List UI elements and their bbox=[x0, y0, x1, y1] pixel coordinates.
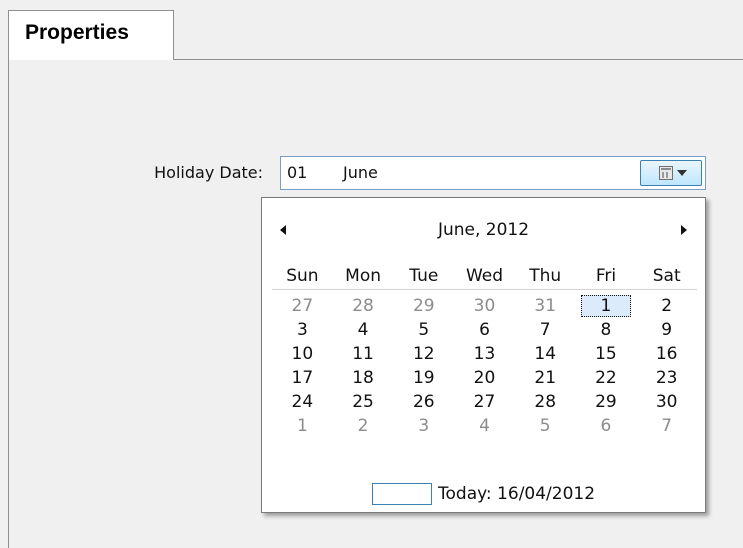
calendar-day[interactable]: 1 bbox=[272, 414, 333, 438]
calendar-day[interactable]: 23 bbox=[636, 366, 697, 390]
date-day-segment[interactable]: 01 bbox=[287, 163, 307, 183]
calendar-day[interactable]: 7 bbox=[636, 414, 697, 438]
calendar-day[interactable]: 16 bbox=[636, 342, 697, 366]
weekday-sun: Sun bbox=[286, 266, 319, 286]
calendar-day[interactable]: 7 bbox=[515, 318, 576, 342]
calendar-day[interactable]: 6 bbox=[454, 318, 515, 342]
calendar-day[interactable]: 28 bbox=[515, 390, 576, 414]
calendar-day[interactable]: 19 bbox=[393, 366, 454, 390]
calendar-day[interactable]: 4 bbox=[333, 318, 394, 342]
chevron-right-icon[interactable] bbox=[681, 225, 687, 235]
calendar-day[interactable]: 5 bbox=[515, 414, 576, 438]
calendar-icon bbox=[659, 166, 673, 180]
calendar-dropdown-button[interactable] bbox=[640, 160, 702, 186]
calendar-day[interactable]: 6 bbox=[576, 414, 637, 438]
chevron-down-icon bbox=[677, 170, 687, 176]
calendar-day[interactable]: 22 bbox=[576, 366, 637, 390]
calendar-day-selected[interactable]: 1 bbox=[576, 294, 637, 318]
window: Properties Holiday Date: 01 June June, 2… bbox=[0, 0, 743, 548]
calendar-popup: June, 2012 Sun Mon Tue Wed Thu Fri Sat 2… bbox=[261, 197, 706, 513]
date-month-segment[interactable]: June bbox=[343, 163, 378, 183]
calendar-day-grid: 27 28 29 30 31 1 2 3 4 5 6 7 8 9 10 11 1… bbox=[272, 294, 697, 438]
tab-properties[interactable]: Properties bbox=[8, 10, 174, 60]
calendar-day[interactable]: 30 bbox=[454, 294, 515, 318]
today-link[interactable]: Today: 16/04/2012 bbox=[438, 481, 595, 507]
calendar-day[interactable]: 4 bbox=[454, 414, 515, 438]
calendar-day[interactable]: 3 bbox=[393, 414, 454, 438]
calendar-day[interactable]: 8 bbox=[576, 318, 637, 342]
calendar-day[interactable]: 21 bbox=[515, 366, 576, 390]
calendar-day[interactable]: 17 bbox=[272, 366, 333, 390]
weekday-thu: Thu bbox=[529, 266, 562, 286]
weekday-fri: Fri bbox=[595, 266, 617, 286]
calendar-day[interactable]: 27 bbox=[272, 294, 333, 318]
calendar-day[interactable]: 25 bbox=[333, 390, 394, 414]
tab-strip: Properties bbox=[0, 0, 743, 60]
calendar-day[interactable]: 5 bbox=[393, 318, 454, 342]
holiday-date-label: Holiday Date: bbox=[154, 163, 263, 182]
calendar-day[interactable]: 24 bbox=[272, 390, 333, 414]
calendar-day[interactable]: 30 bbox=[636, 390, 697, 414]
calendar-day[interactable]: 3 bbox=[272, 318, 333, 342]
weekday-sat: Sat bbox=[652, 266, 681, 286]
calendar-day[interactable]: 14 bbox=[515, 342, 576, 366]
calendar-day[interactable]: 2 bbox=[333, 414, 394, 438]
calendar-day[interactable]: 20 bbox=[454, 366, 515, 390]
calendar-day[interactable]: 13 bbox=[454, 342, 515, 366]
calendar-day[interactable]: 27 bbox=[454, 390, 515, 414]
weekday-tue: Tue bbox=[409, 266, 439, 286]
calendar-day[interactable]: 18 bbox=[333, 366, 394, 390]
calendar-month-title[interactable]: June, 2012 bbox=[262, 218, 705, 242]
calendar-day[interactable]: 10 bbox=[272, 342, 333, 366]
calendar-day[interactable]: 9 bbox=[636, 318, 697, 342]
calendar-day[interactable]: 29 bbox=[393, 294, 454, 318]
calendar-day[interactable]: 31 bbox=[515, 294, 576, 318]
calendar-day[interactable]: 28 bbox=[333, 294, 394, 318]
calendar-day[interactable]: 2 bbox=[636, 294, 697, 318]
calendar-day[interactable]: 15 bbox=[576, 342, 637, 366]
holiday-date-picker[interactable]: 01 June bbox=[280, 156, 706, 190]
calendar-day[interactable]: 26 bbox=[393, 390, 454, 414]
calendar-footer: Today: 16/04/2012 bbox=[262, 481, 705, 507]
weekday-wed: Wed bbox=[465, 266, 504, 286]
today-marker bbox=[372, 483, 432, 505]
weekday-header: Sun Mon Tue Wed Thu Fri Sat bbox=[272, 264, 697, 290]
calendar-day[interactable]: 12 bbox=[393, 342, 454, 366]
calendar-day[interactable]: 29 bbox=[576, 390, 637, 414]
weekday-mon: Mon bbox=[345, 266, 381, 286]
selected-day-label: 1 bbox=[580, 295, 631, 317]
calendar-day[interactable]: 11 bbox=[333, 342, 394, 366]
